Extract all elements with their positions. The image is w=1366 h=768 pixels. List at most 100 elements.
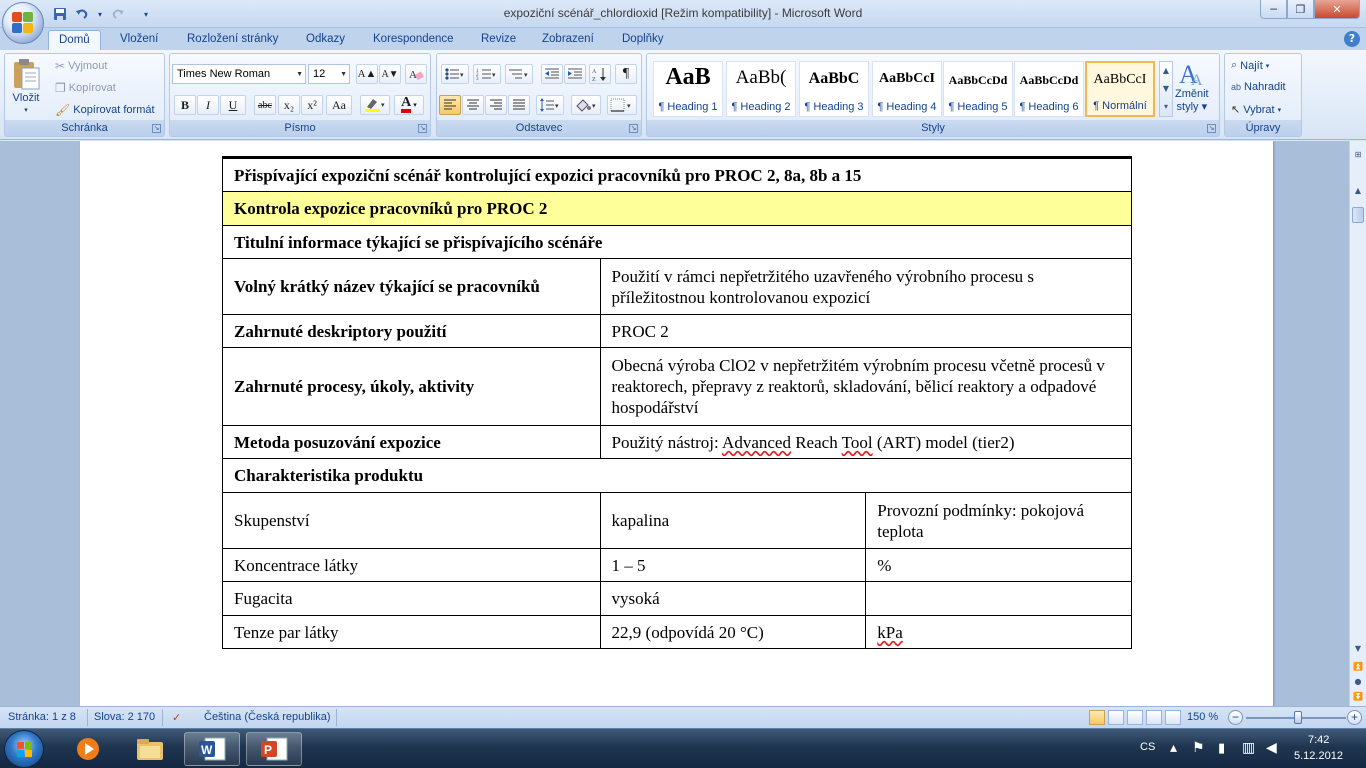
- sort-icon[interactable]: AZ: [589, 64, 611, 84]
- font-name-combo[interactable]: Times New Roman ▼: [172, 64, 306, 84]
- product-cell[interactable]: Fugacita: [222, 581, 601, 616]
- shading-icon[interactable]: ▾: [571, 95, 601, 115]
- borders-icon[interactable]: ▾: [607, 95, 637, 115]
- styles-launcher-icon[interactable]: ↘: [1207, 124, 1216, 133]
- previous-page-icon[interactable]: ⏫: [1352, 661, 1364, 673]
- product-title[interactable]: Charakteristika produktu: [222, 458, 1132, 493]
- align-center-icon[interactable]: [462, 95, 484, 115]
- full-screen-reading-icon[interactable]: [1108, 710, 1124, 725]
- highlight-icon[interactable]: ▾: [360, 95, 390, 115]
- zoom-level[interactable]: 150 %: [1187, 711, 1218, 723]
- superscript-button[interactable]: x²: [301, 95, 323, 115]
- row-label[interactable]: Volný krátký název týkající se pracovník…: [222, 258, 601, 315]
- explorer-icon[interactable]: [122, 732, 178, 766]
- format-painter-button[interactable]: 🖌 Kopírovat formát: [55, 103, 155, 117]
- product-cell[interactable]: 22,9 (odpovídá 20 °C): [599, 615, 867, 649]
- tab-korespondence[interactable]: Korespondence: [373, 30, 454, 50]
- web-layout-icon[interactable]: [1127, 710, 1143, 725]
- italic-button[interactable]: I: [197, 95, 219, 115]
- font-size-combo[interactable]: 12 ▼: [308, 64, 350, 84]
- help-icon[interactable]: ?: [1344, 31, 1360, 47]
- style-heading-5[interactable]: AaBbCcDd ¶ Heading 5: [943, 61, 1013, 117]
- minimize-button[interactable]: ─: [1260, 0, 1287, 19]
- tab-rozlozeni-stranky[interactable]: Rozložení stránky: [187, 30, 278, 50]
- powerpoint-taskbar-icon[interactable]: P: [246, 732, 302, 766]
- language-indicator[interactable]: Čeština (Česká republika): [204, 711, 331, 723]
- product-cell[interactable]: kPa: [865, 615, 1132, 649]
- word-count[interactable]: Slova: 2 170: [94, 711, 155, 723]
- network-icon[interactable]: ▥: [1242, 739, 1255, 756]
- product-cell[interactable]: vysoká: [599, 581, 867, 616]
- row-value[interactable]: Použitý nástroj: Advanced Reach Tool (AR…: [599, 425, 1133, 459]
- product-cell[interactable]: Provozní podmínky: pokojová teplota: [865, 492, 1132, 549]
- page-indicator[interactable]: Stránka: 1 z 8: [8, 711, 76, 723]
- underline-button[interactable]: U: [220, 95, 246, 115]
- replace-button[interactable]: ab Nahradit: [1231, 81, 1286, 93]
- tab-odkazy[interactable]: Odkazy: [306, 30, 345, 50]
- row-label[interactable]: Zahrnuté procesy, úkoly, aktivity: [222, 347, 601, 426]
- numbering-icon[interactable]: 1 2 3 ▾: [473, 64, 501, 84]
- subscript-button[interactable]: x₂: [278, 95, 300, 115]
- tab-revize[interactable]: Revize: [481, 30, 516, 50]
- zoom-in-icon[interactable]: +: [1347, 710, 1362, 725]
- align-left-icon[interactable]: [439, 95, 461, 115]
- zoom-out-icon[interactable]: −: [1228, 710, 1243, 725]
- word-taskbar-icon[interactable]: W: [184, 732, 240, 766]
- line-spacing-icon[interactable]: ▾: [536, 95, 564, 115]
- font-color-button[interactable]: A ▾: [394, 95, 424, 115]
- style-normalni[interactable]: AaBbCcI ¶ Normální: [1085, 61, 1155, 117]
- tab-zobrazeni[interactable]: Zobrazení: [542, 30, 594, 50]
- product-cell[interactable]: 1 – 5: [599, 548, 867, 582]
- zoom-slider-thumb[interactable]: [1294, 711, 1302, 724]
- product-cell[interactable]: Koncentrace látky: [222, 548, 601, 582]
- grow-font-button[interactable]: A▲: [356, 64, 378, 84]
- product-cell[interactable]: kapalina: [599, 492, 867, 549]
- office-button[interactable]: [2, 2, 44, 44]
- product-cell[interactable]: [865, 581, 1132, 616]
- style-heading-2[interactable]: AaBb( ¶ Heading 2: [726, 61, 796, 117]
- font-launcher-icon[interactable]: ↘: [418, 124, 427, 133]
- tray-expand-icon[interactable]: ▴: [1170, 739, 1177, 756]
- tab-domu[interactable]: Domů: [48, 30, 101, 50]
- shrink-font-button[interactable]: A▼: [379, 64, 401, 84]
- clipboard-launcher-icon[interactable]: ↘: [152, 124, 161, 133]
- clock-time[interactable]: 7:42: [1308, 734, 1329, 746]
- style-heading-3[interactable]: AaBbC ¶ Heading 3: [799, 61, 869, 117]
- style-heading-6[interactable]: AaBbCcDd ¶ Heading 6: [1014, 61, 1084, 117]
- decrease-indent-icon[interactable]: [541, 64, 563, 84]
- tab-vlozeni[interactable]: Vložení: [120, 30, 158, 50]
- vertical-scrollbar[interactable]: ⊞ ▲ ▼ ⏫ ● ⏬: [1349, 141, 1366, 706]
- style-heading-4[interactable]: AaBbCcI ¶ Heading 4: [872, 61, 942, 117]
- outline-view-icon[interactable]: [1146, 710, 1162, 725]
- start-button[interactable]: [4, 730, 44, 768]
- paragraph-launcher-icon[interactable]: ↘: [629, 124, 638, 133]
- maximize-button[interactable]: ❐: [1287, 0, 1314, 19]
- style-heading-1[interactable]: AaB ¶ Heading 1: [653, 61, 723, 117]
- close-button[interactable]: ✕: [1314, 0, 1360, 19]
- browse-object-icon[interactable]: ●: [1352, 676, 1364, 688]
- scroll-thumb[interactable]: [1352, 207, 1364, 223]
- scroll-down-icon[interactable]: ▼: [1352, 643, 1364, 655]
- row-value[interactable]: Použití v rámci nepřetržitého uzavřeného…: [599, 258, 1133, 315]
- row-label[interactable]: Metoda posuzování expozice: [222, 425, 601, 459]
- strikethrough-button[interactable]: abc: [254, 95, 276, 115]
- input-language[interactable]: CS: [1140, 741, 1155, 753]
- tab-doplnky[interactable]: Doplňky: [622, 30, 664, 50]
- copy-button[interactable]: ❐ Kopírovat: [55, 81, 116, 95]
- find-button[interactable]: ⌕ Najít ▾: [1231, 59, 1269, 72]
- section-title[interactable]: Titulní informace týkající se přispívají…: [222, 225, 1132, 259]
- media-player-icon[interactable]: [60, 732, 116, 766]
- multilevel-list-icon[interactable]: ▾: [505, 64, 533, 84]
- table-heading[interactable]: Přispívající expoziční scénář kontrolují…: [222, 156, 1132, 192]
- table-subheading[interactable]: Kontrola expozice pracovníků pro PROC 2: [222, 191, 1132, 226]
- row-label[interactable]: Zahrnuté deskriptory použití: [222, 314, 601, 348]
- volume-icon[interactable]: ◀: [1266, 739, 1277, 756]
- increase-indent-icon[interactable]: [564, 64, 586, 84]
- show-formatting-button[interactable]: ¶: [615, 64, 637, 84]
- product-cell[interactable]: Tenze par látky: [222, 615, 601, 649]
- select-button[interactable]: ↖ Vybrat ▾: [1231, 103, 1281, 117]
- paste-button[interactable]: Vložit ▾: [11, 58, 41, 114]
- draft-view-icon[interactable]: [1165, 710, 1181, 725]
- next-page-icon[interactable]: ⏬: [1352, 691, 1364, 703]
- action-center-flag-icon[interactable]: ⚑: [1192, 739, 1205, 756]
